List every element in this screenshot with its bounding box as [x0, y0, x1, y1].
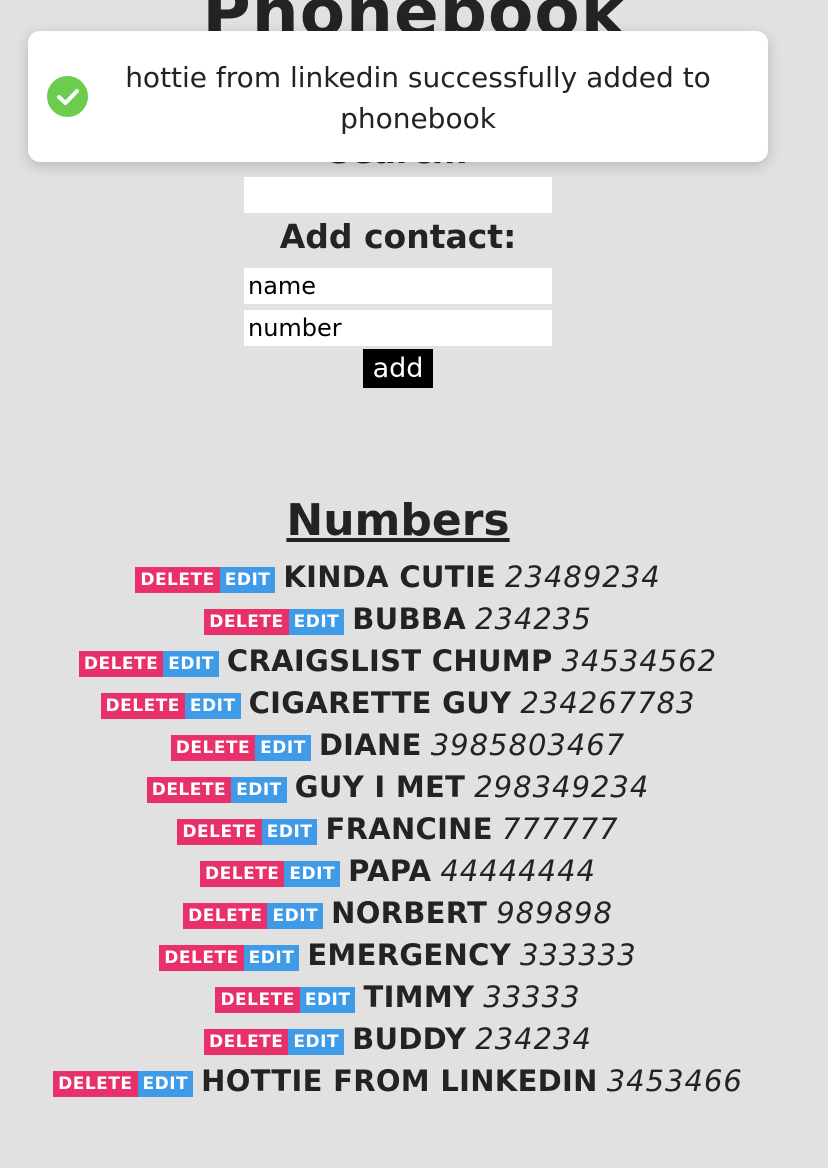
- contact-name: Diane: [318, 728, 422, 762]
- contact-row: DELETE EDIT Bubba 234235: [0, 598, 796, 640]
- contact-row: DELETE EDIT Norbert 989898: [0, 892, 796, 934]
- success-toast[interactable]: hottie from linkedin successfully added …: [28, 31, 768, 162]
- phonebook-app: Phonebook Search: Add contact: add Numbe…: [0, 0, 828, 1168]
- contact-number: 34534562: [561, 644, 718, 678]
- contact-number: 777777: [501, 812, 619, 846]
- edit-button[interactable]: EDIT: [184, 692, 241, 719]
- edit-button[interactable]: EDIT: [219, 566, 276, 593]
- delete-button[interactable]: DELETE: [159, 944, 244, 971]
- delete-button[interactable]: DELETE: [78, 650, 164, 677]
- contact-number: 234267783: [520, 686, 696, 720]
- contact-number: 989898: [496, 896, 613, 930]
- contact-number: 3985803467: [430, 728, 626, 762]
- edit-button[interactable]: EDIT: [299, 986, 356, 1013]
- add-contact-label: Add contact:: [279, 217, 517, 256]
- contact-name: Cigarette guy: [248, 686, 512, 720]
- edit-button[interactable]: EDIT: [284, 860, 341, 887]
- contact-number: 234234: [475, 1022, 592, 1056]
- delete-button[interactable]: DELETE: [200, 860, 285, 887]
- edit-button[interactable]: EDIT: [261, 818, 318, 845]
- name-input[interactable]: [244, 268, 552, 304]
- contact-name: Emergency: [307, 938, 511, 972]
- search-input[interactable]: [244, 177, 552, 213]
- contact-number: 23489234: [505, 560, 661, 594]
- edit-button[interactable]: EDIT: [288, 608, 345, 635]
- number-input[interactable]: [244, 310, 552, 346]
- contact-number: 298349234: [474, 770, 650, 804]
- contact-number: 33333: [483, 980, 581, 1014]
- delete-button[interactable]: DELETE: [215, 986, 300, 1013]
- edit-button[interactable]: EDIT: [255, 734, 311, 761]
- contact-name: Kinda cutie: [283, 560, 497, 594]
- edit-button[interactable]: EDIT: [267, 902, 324, 929]
- edit-button[interactable]: EDIT: [288, 1028, 345, 1055]
- contact-name: hottie from linkedin: [201, 1064, 598, 1098]
- contact-row: DELETE EDIT Papa 44444444: [0, 850, 796, 892]
- delete-button[interactable]: DELETE: [183, 902, 268, 929]
- edit-button[interactable]: EDIT: [137, 1070, 194, 1097]
- contact-row: DELETE EDIT Timmy 33333: [0, 976, 796, 1018]
- check-circle-icon: [47, 76, 88, 117]
- contact-name: Papa: [348, 854, 432, 888]
- toast-message: hottie from linkedin successfully added …: [125, 61, 711, 135]
- delete-button[interactable]: DELETE: [177, 818, 262, 845]
- edit-button[interactable]: EDIT: [243, 944, 300, 971]
- contact-row: DELETE EDIT Craigslist chump 34534562: [0, 640, 796, 682]
- contact-number: 333333: [520, 938, 637, 972]
- delete-button[interactable]: DELETE: [204, 1028, 289, 1055]
- contact-name: Guy I met: [294, 770, 466, 804]
- edit-button[interactable]: EDIT: [231, 776, 287, 803]
- contact-number: 234235: [475, 602, 592, 636]
- contact-name: Norbert: [331, 896, 488, 930]
- contact-row: DELETE EDIT Kinda cutie 23489234: [0, 556, 796, 598]
- edit-button[interactable]: EDIT: [163, 650, 219, 677]
- contact-name: Bubba: [352, 602, 467, 636]
- contact-row: DELETE EDIT Diane 3985803467: [0, 724, 796, 766]
- contact-name: Francine: [325, 812, 493, 846]
- contact-name: Craigslist chump: [226, 644, 553, 678]
- contact-list: DELETE EDIT Kinda cutie 23489234 DELETE EDIT…: [0, 556, 796, 1102]
- delete-button[interactable]: DELETE: [135, 566, 220, 593]
- contact-name: Timmy: [363, 980, 475, 1014]
- delete-button[interactable]: DELETE: [100, 692, 185, 719]
- delete-button[interactable]: DELETE: [170, 734, 256, 761]
- contact-name: Buddy: [352, 1022, 467, 1056]
- contact-row: DELETE EDIT Guy I met 298349234: [0, 766, 796, 808]
- delete-button[interactable]: DELETE: [53, 1070, 138, 1097]
- contact-number: 3453466: [606, 1064, 743, 1098]
- contact-row: DELETE EDIT Francine 777777: [0, 808, 796, 850]
- numbers-heading: Numbers: [286, 495, 510, 546]
- delete-button[interactable]: DELETE: [146, 776, 232, 803]
- contact-row: DELETE EDIT Cigarette guy 234267783: [0, 682, 796, 724]
- contact-row: DELETE EDIT hottie from linkedin 3453466: [0, 1060, 796, 1102]
- contact-number: 44444444: [440, 854, 596, 888]
- delete-button[interactable]: DELETE: [204, 608, 289, 635]
- add-button[interactable]: add: [363, 349, 433, 388]
- contact-row: DELETE EDIT Buddy 234234: [0, 1018, 796, 1060]
- contact-row: DELETE EDIT Emergency 333333: [0, 934, 796, 976]
